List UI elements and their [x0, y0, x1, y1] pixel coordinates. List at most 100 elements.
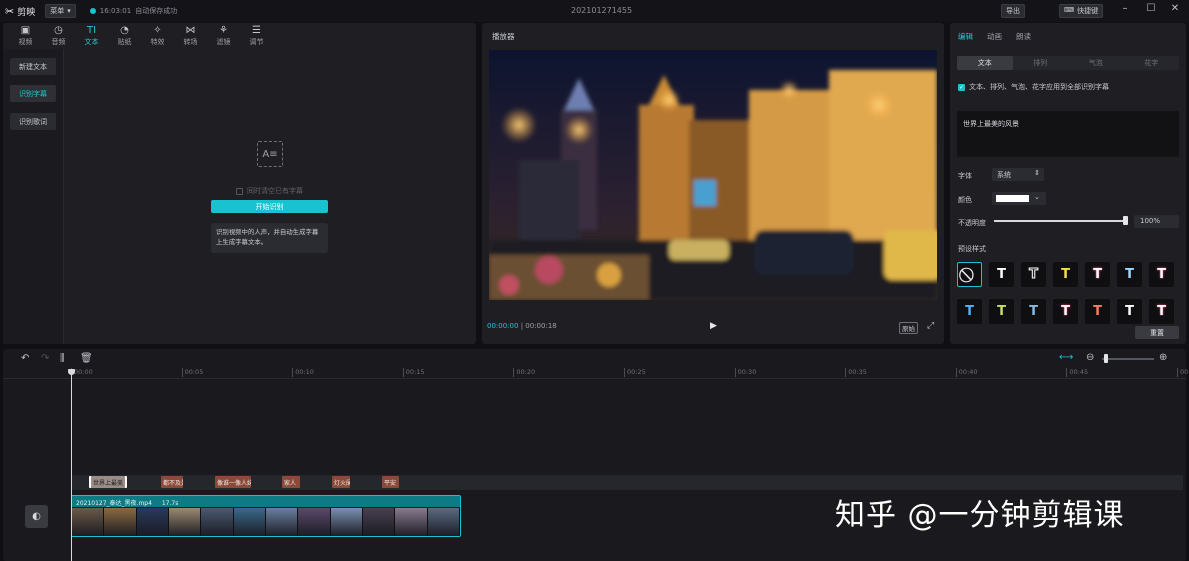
preset-yellow[interactable]: T [1053, 262, 1078, 287]
shortcut-label: 快捷键 [1077, 7, 1099, 15]
subtitle-clip[interactable]: 家人 [282, 476, 300, 488]
sticker-icon: ◔ [120, 24, 129, 36]
segment-arrange[interactable]: 排列 [1013, 56, 1069, 70]
segment-text[interactable]: 文本 [957, 56, 1013, 70]
minimize-icon[interactable]: – [1118, 3, 1132, 14]
recognize-lyrics-button[interactable]: 识别歌词 [10, 113, 56, 130]
preset-pink-glow[interactable]: T [1085, 262, 1110, 287]
checkmark-icon: ✓ [958, 83, 965, 91]
redo-icon[interactable]: ↷ [41, 353, 49, 364]
subtitle-clip[interactable]: 都不及是 [161, 476, 183, 488]
new-text-button[interactable]: 新建文本 [10, 58, 56, 75]
opacity-slider-fill [994, 220, 1126, 222]
video-clip[interactable]: 20210127_泰达_黑夜.mp4 17.7s [71, 495, 461, 537]
tab-video[interactable]: ▣ 视频 [9, 23, 42, 49]
tab-animation[interactable]: 动画 [987, 31, 1002, 42]
tab-filter[interactable]: ⚘ 滤镜 [207, 23, 240, 49]
zoom-in-icon[interactable]: ⊕ [1159, 352, 1167, 363]
checkbox-icon [236, 187, 243, 195]
subtitle-clip[interactable]: 灯火阑 [332, 476, 350, 488]
clip-name: 20210127_泰达_黑夜.mp4 [76, 500, 152, 507]
zoom-out-icon[interactable]: ⊖ [1086, 352, 1094, 363]
opacity-slider[interactable] [994, 220, 1126, 222]
delete-icon[interactable]: 🗑 [80, 353, 93, 364]
clip-thumbnail [330, 508, 363, 536]
maximize-icon[interactable]: ☐ [1144, 3, 1158, 14]
ruler-tick: 00:35 [845, 368, 867, 377]
start-recognition-button[interactable]: 开始识别 [211, 200, 328, 213]
subtitle-clip[interactable]: 世界上最美 [89, 476, 127, 488]
playhead[interactable] [71, 370, 72, 561]
stepper-icon: ⇕ [1034, 169, 1040, 177]
material-panel: ▣ 视频 ◷ 音频 TI 文本 ◔ 贴纸 ✧ 特效 ⋈ 转场 ⚘ 滤镜 ☰ 调节 新建文本 识别字幕 识别歌词… [3, 23, 476, 344]
preset-pink[interactable]: T [1149, 299, 1174, 324]
subtitle-text-input[interactable]: 世界上最美的风景 [957, 111, 1179, 157]
segment-fancy[interactable]: 花字 [1124, 56, 1180, 70]
video-icon: ▣ [20, 24, 31, 36]
close-icon[interactable]: ✕ [1168, 3, 1182, 14]
transition-icon: ⋈ [185, 24, 196, 36]
tab-text[interactable]: TI 文本 [75, 23, 108, 49]
tab-sticker[interactable]: ◔ 贴纸 [108, 23, 141, 49]
menu-label: 菜单 [50, 7, 65, 15]
preset-blue[interactable]: T [957, 299, 982, 324]
ratio-button[interactable]: 原始 [899, 322, 918, 334]
zoom-slider[interactable] [1102, 358, 1154, 360]
preset-white-2[interactable]: T [1117, 299, 1142, 324]
split-icon[interactable]: ⫼ [60, 353, 65, 364]
tab-read-aloud[interactable]: 朗读 [1016, 31, 1031, 42]
tab-audio[interactable]: ◷ 音频 [42, 23, 75, 49]
preset-rose[interactable]: T [1053, 299, 1078, 324]
preset-coral[interactable]: T [1085, 299, 1110, 324]
apply-all-label: 文本、排列、气泡、花字应用到全部识别字幕 [969, 83, 1109, 91]
recognize-subtitle-button[interactable]: 识别字幕 [10, 85, 56, 102]
video-preview[interactable] [489, 50, 937, 300]
clear-existing-checkbox[interactable]: 同时清空已有字幕 [236, 186, 303, 196]
opacity-input[interactable]: 100% [1134, 215, 1179, 228]
opacity-slider-handle[interactable] [1123, 216, 1128, 225]
tab-label: 转场 [183, 37, 198, 46]
reset-button[interactable]: 重置 [1135, 326, 1179, 339]
tab-transition[interactable]: ⋈ 转场 [174, 23, 207, 49]
tab-effects[interactable]: ✧ 特效 [141, 23, 174, 49]
status-dot-icon [89, 8, 96, 14]
subtitle-clip[interactable]: 平安 [382, 476, 399, 488]
play-icon[interactable]: ▶ [710, 321, 717, 331]
apply-all-checkbox[interactable]: ✓ 文本、排列、气泡、花字应用到全部识别字幕 [958, 82, 1109, 92]
clip-thumbnail [362, 508, 396, 536]
zoom-slider-handle[interactable] [1104, 354, 1108, 363]
time-ruler[interactable]: 00:00 00:05 00:10 00:15 00:20 00:25 00:30 00:35… [3, 365, 1189, 379]
menu-button[interactable]: 菜单 ▾ [45, 4, 76, 18]
font-select[interactable]: 系统 ⇕ [992, 168, 1044, 181]
preset-steel-blue[interactable]: T [1021, 299, 1046, 324]
save-status: 16:03:01 自动保存成功 [89, 6, 177, 16]
subtitle-track[interactable]: 世界上最美 都不及是 像谁一像人妹 家人 灯火阑 平安 [71, 475, 1183, 490]
subtitle-clip[interactable]: 像谁一像人妹 [215, 476, 251, 488]
preset-light-blue[interactable]: T [1117, 262, 1142, 287]
export-button[interactable]: 导出 [1001, 4, 1025, 18]
color-picker[interactable]: ⌄ [992, 192, 1046, 205]
preset-lime[interactable]: T [989, 299, 1014, 324]
tab-label: 滤镜 [216, 37, 231, 46]
segment-bubble[interactable]: 气泡 [1068, 56, 1124, 70]
preset-outline[interactable]: T [1021, 262, 1046, 287]
shortcut-button[interactable]: ⌨ 快捷键 [1059, 4, 1104, 18]
fullscreen-icon[interactable]: ⤢ [927, 321, 934, 331]
cover-button[interactable]: ◐ [25, 505, 48, 528]
clip-thumbnail [201, 508, 234, 536]
filter-icon: ⚘ [219, 24, 228, 36]
opacity-label: 不透明度 [958, 219, 986, 227]
clip-thumbnail [168, 508, 202, 536]
tab-adjust[interactable]: ☰ 调节 [240, 23, 273, 49]
tab-edit[interactable]: 编辑 [958, 31, 973, 42]
undo-icon[interactable]: ↶ [21, 353, 29, 364]
font-value: 系统 [997, 171, 1011, 179]
tab-label: 贴纸 [117, 37, 132, 46]
ruler-tick: 00:15 [402, 368, 425, 377]
preset-red-glow[interactable]: T [1149, 262, 1174, 287]
current-time: 00:00:00 [487, 322, 519, 330]
magnet-icon[interactable]: ⟷ [1059, 352, 1073, 363]
preset-white[interactable]: T [989, 262, 1014, 287]
watermark-text: 知乎 @一分钟剪辑课 [835, 498, 1125, 533]
preset-none[interactable]: ⃠ [957, 262, 982, 287]
